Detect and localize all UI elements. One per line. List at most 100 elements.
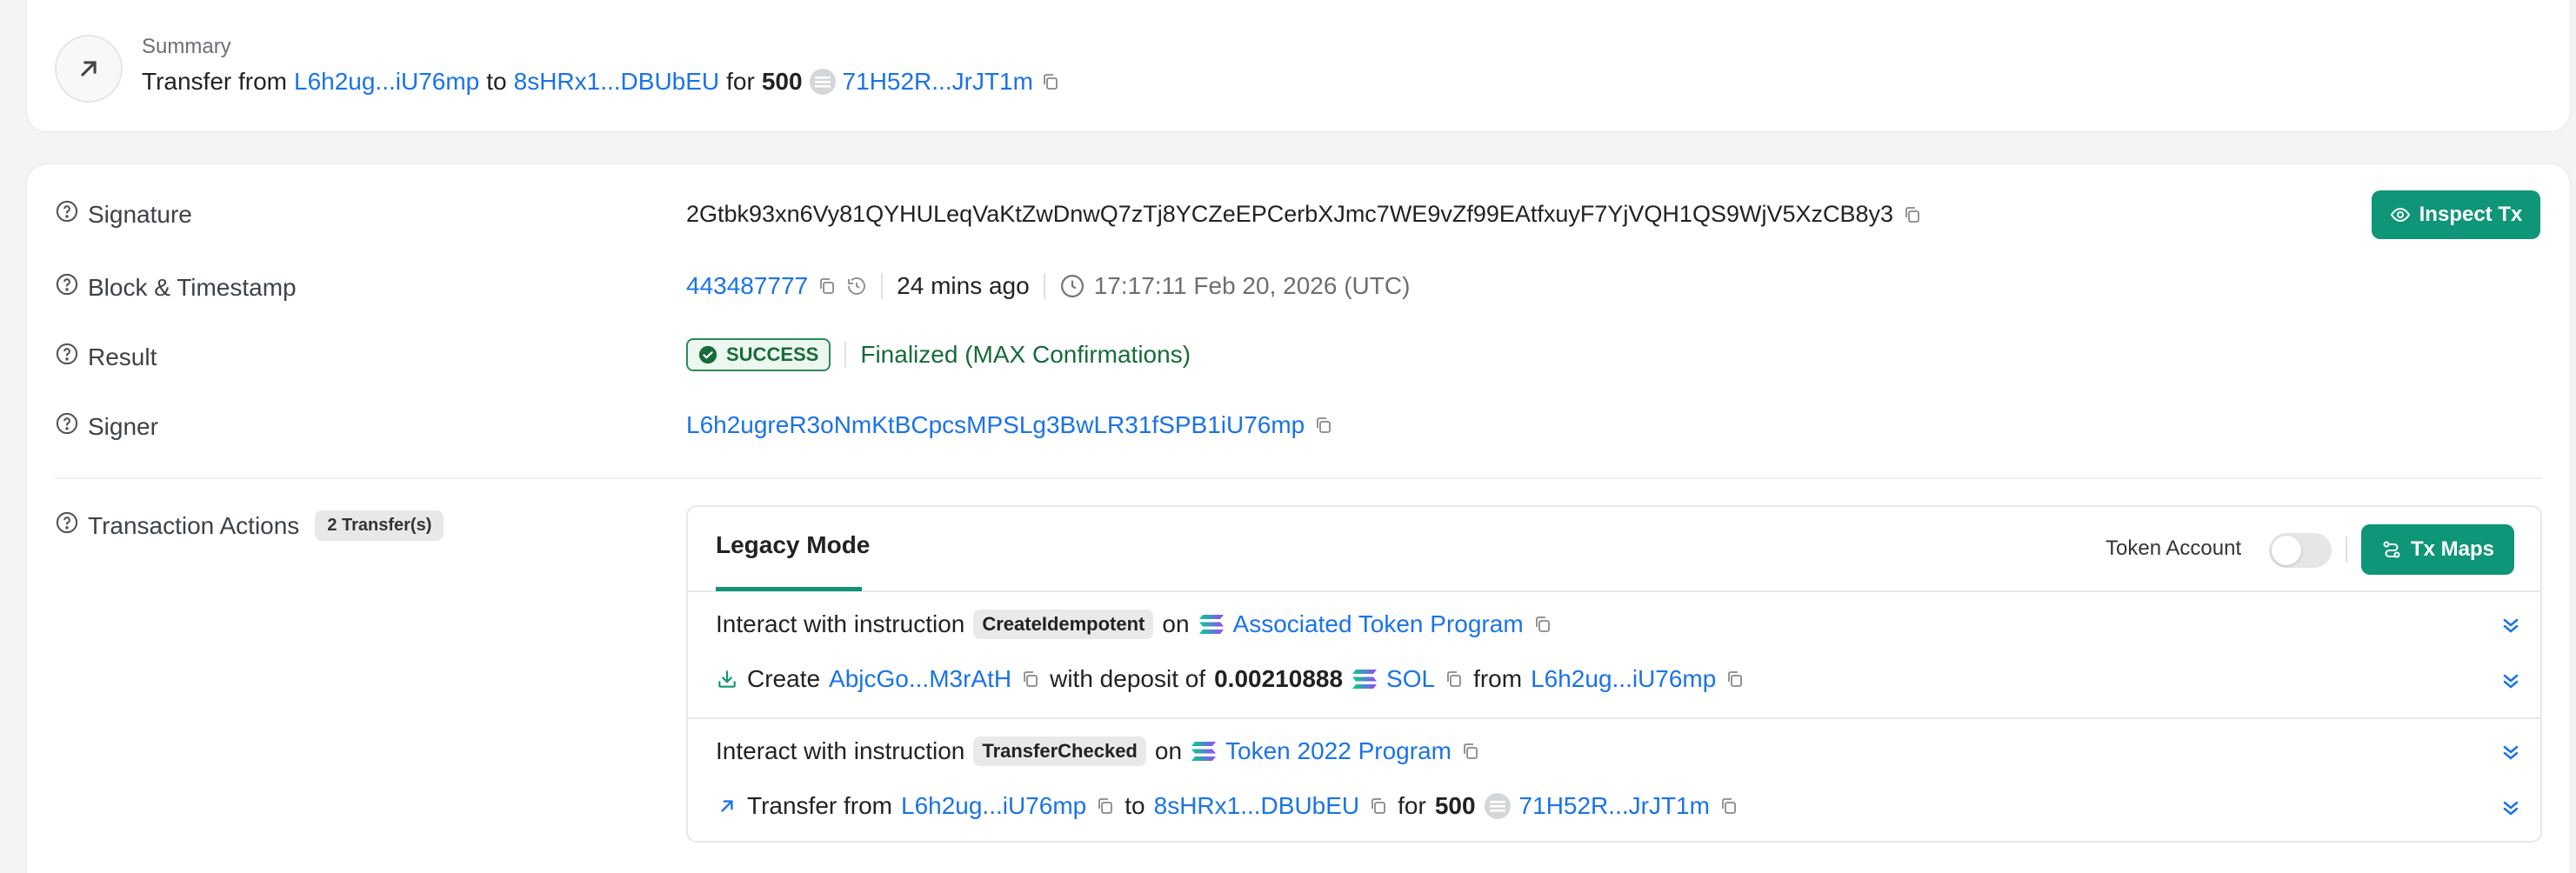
sol-token-link[interactable]: SOL [1386, 665, 1435, 693]
token-account-label: Token Account [2106, 536, 2242, 560]
instruction-chip: CreateIdempotent [973, 610, 1154, 639]
result-value-row: SUCCESS Finalized (MAX Confirmations) [686, 338, 1191, 371]
inspect-tx-label: Inspect Tx [2419, 203, 2523, 226]
copy-icon[interactable] [1902, 204, 1923, 225]
summary-token-link[interactable]: 71H52R...JrJT1m [843, 68, 1033, 96]
copy-icon[interactable] [1020, 669, 1041, 690]
summary-for-word: for [726, 68, 755, 95]
signer-label-row: Signer [55, 411, 158, 442]
summary-label: Summary [142, 35, 231, 58]
help-icon[interactable] [55, 411, 79, 442]
copy-icon[interactable] [1313, 415, 1334, 436]
signer-link[interactable]: L6h2ugreR3oNmKtBCpcsMPSLg3BwLR31fSPB1iU7… [686, 411, 1305, 439]
program-link[interactable]: Associated Token Program [1233, 610, 1524, 638]
inspect-tx-button[interactable]: Inspect Tx [2372, 190, 2540, 239]
transfer-to-link[interactable]: 8sHRx1...DBUbEU [1154, 792, 1360, 820]
result-label-row: Result [55, 342, 157, 372]
transfer-count-badge: 2 Transfer(s) [315, 510, 444, 541]
solana-logo-icon [1198, 613, 1225, 636]
summary-to-word: to [486, 68, 507, 95]
summary-prefix: Transfer from [142, 68, 287, 95]
copy-icon[interactable] [1532, 614, 1553, 635]
separator [1043, 273, 1045, 299]
status-badge: SUCCESS [686, 338, 831, 371]
funder-link[interactable]: L6h2ug...iU76mp [1531, 665, 1716, 693]
token-icon [1484, 793, 1511, 819]
arrow-up-right-icon [716, 795, 738, 817]
actions-label: Transaction Actions [88, 511, 300, 539]
history-icon[interactable] [846, 276, 867, 297]
program-link[interactable]: Token 2022 Program [1225, 737, 1452, 765]
eye-icon [2390, 207, 2410, 223]
transfer-verb: Transfer from [747, 792, 892, 819]
signer-value-row: L6h2ugreR3oNmKtBCpcsMPSLg3BwLR31fSPB1iU7… [686, 411, 1334, 439]
finality-text: Finalized (MAX Confirmations) [860, 341, 1191, 368]
solana-logo-icon [1191, 740, 1217, 763]
signature-value: 2Gtbk93xn6Vy81QYHULeqVaKtZwDnwQ7zTj8YCZe… [686, 201, 1894, 227]
signature-label: Signature [88, 200, 192, 228]
active-tab-indicator [716, 587, 862, 591]
summary-amount: 500 [761, 68, 803, 95]
block-age: 24 mins ago [897, 272, 1030, 299]
instruction-prefix: Interact with instruction [716, 610, 965, 637]
summary-to-link[interactable]: 8sHRx1...DBUbEU [514, 68, 720, 96]
copy-icon[interactable] [1040, 71, 1061, 92]
actions-label-row: Transaction Actions 2 Transfer(s) [55, 510, 444, 541]
chevrons-down-icon[interactable] [2499, 740, 2523, 764]
instruction-chip: TransferChecked [973, 736, 1146, 766]
block-value-row: 443487777 24 mins ago 17:17:11 Feb 20, 2… [686, 272, 1410, 300]
created-account-link[interactable]: AbjcGo...M3rAtH [829, 665, 1011, 693]
signature-label-row: Signature [55, 199, 192, 230]
on-word: on [1154, 737, 1183, 764]
actions-panel: Legacy Mode Token Account Tx Maps Intera… [686, 505, 2542, 843]
token-icon [809, 69, 836, 95]
toggle-knob [2272, 536, 2301, 565]
help-icon[interactable] [55, 342, 79, 372]
copy-icon[interactable] [1095, 796, 1116, 816]
help-icon[interactable] [55, 510, 79, 541]
tx-maps-button[interactable]: Tx Maps [2361, 524, 2514, 575]
summary-card: Summary Transfer from L6h2ug...iU76mp to… [26, 0, 2571, 132]
help-icon[interactable] [55, 272, 79, 303]
signer-label: Signer [88, 412, 158, 440]
check-circle-icon [698, 345, 717, 364]
instruction-prefix: Interact with instruction [716, 737, 965, 764]
actions-panel-header: Legacy Mode Token Account Tx Maps [688, 507, 2540, 592]
block-number-link[interactable]: 443487777 [686, 272, 808, 300]
chevrons-down-icon[interactable] [2499, 796, 2523, 820]
signature-value-row: 2Gtbk93xn6Vy81QYHULeqVaKtZwDnwQ7zTj8YCZe… [686, 201, 1923, 228]
instruction-line: Interact with instruction CreateIdempote… [716, 610, 1553, 639]
status-text: SUCCESS [726, 343, 819, 365]
chevrons-down-icon[interactable] [2499, 613, 2523, 637]
block-timestamp: 17:17:11 Feb 20, 2026 (UTC) [1093, 272, 1411, 299]
download-icon [716, 668, 738, 690]
section-divider [55, 477, 2542, 479]
token-account-toggle[interactable] [2269, 533, 2332, 568]
chevrons-down-icon[interactable] [2499, 669, 2523, 693]
clock-icon [1059, 273, 1085, 299]
deposit-text: with deposit of [1050, 665, 1206, 692]
for-word: for [1398, 792, 1426, 819]
block-label: Block & Timestamp [88, 273, 297, 301]
summary-from-link[interactable]: L6h2ug...iU76mp [294, 68, 479, 96]
transfer-amount: 500 [1434, 792, 1476, 819]
copy-icon[interactable] [1718, 796, 1739, 816]
tab-legacy-mode[interactable]: Legacy Mode [716, 531, 870, 559]
separator [844, 342, 847, 368]
solana-logo-icon [1351, 668, 1378, 690]
transfer-token-link[interactable]: 71H52R...JrJT1m [1519, 792, 1710, 820]
transfer-from-link[interactable]: L6h2ug...iU76mp [901, 792, 1086, 820]
copy-icon[interactable] [1460, 741, 1481, 762]
copy-icon[interactable] [1368, 796, 1389, 816]
on-word: on [1162, 610, 1190, 637]
copy-icon[interactable] [1444, 669, 1465, 690]
deposit-amount: 0.00210888 [1214, 665, 1344, 692]
tx-maps-label: Tx Maps [2410, 537, 2495, 561]
help-icon[interactable] [55, 199, 79, 230]
route-icon [2383, 541, 2400, 558]
copy-icon[interactable] [817, 276, 838, 297]
create-verb: Create [747, 665, 821, 692]
copy-icon[interactable] [1725, 669, 1745, 690]
to-word: to [1124, 792, 1145, 819]
detail-card: Signature 2Gtbk93xn6Vy81QYHULeqVaKtZwDnw… [26, 163, 2571, 873]
